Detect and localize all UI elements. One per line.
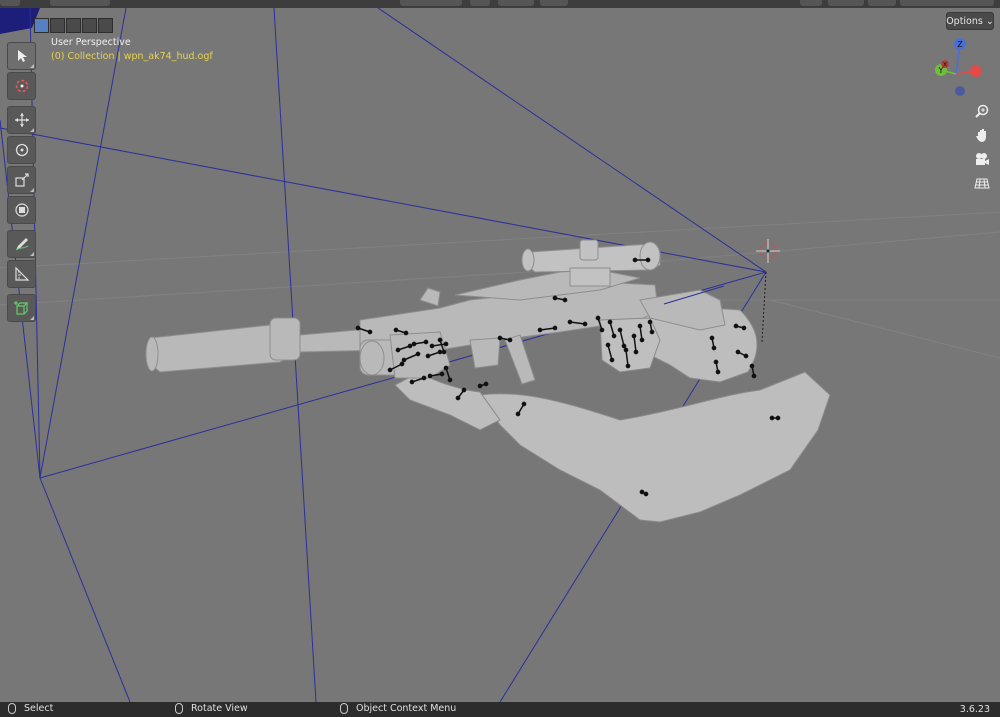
tool-shelf — [7, 42, 36, 324]
x-axis-ball — [970, 65, 982, 77]
orientation-dropdown[interactable] — [400, 0, 462, 6]
add-cube-tool[interactable] — [7, 294, 36, 322]
pencil-icon — [15, 238, 28, 251]
status-middle-action: Rotate View — [175, 703, 248, 714]
rotate-icon — [15, 143, 28, 157]
context-menu-hint: Object Context Menu — [356, 703, 457, 714]
navigation-gizmo[interactable]: Z Y X — [926, 38, 990, 104]
hand-pan-icon[interactable] — [972, 125, 992, 145]
chevron-down-icon: ⌄ — [985, 15, 994, 27]
select-extend-button[interactable] — [50, 18, 65, 33]
select-subtract-button[interactable] — [66, 18, 81, 33]
mouse-right-icon — [340, 703, 348, 714]
ruler-icon — [14, 266, 29, 281]
status-bar: Select Rotate View Object Context Menu 3… — [0, 702, 1000, 717]
header-bar — [0, 0, 1000, 8]
select-hint: Select — [24, 703, 54, 714]
mouse-middle-icon — [175, 703, 183, 714]
perspective-label: User Perspective — [51, 37, 131, 48]
add-cube-icon — [13, 301, 28, 315]
neg-z-axis-ball — [955, 86, 965, 96]
version-label: 3.6.23 — [959, 704, 990, 715]
scale-icon — [14, 173, 29, 187]
scene-canvas — [0, 8, 1000, 702]
editor-type-button[interactable] — [0, 0, 20, 6]
zoom-icon[interactable] — [972, 101, 992, 121]
light-origin-marker — [756, 239, 780, 263]
transform-icon — [14, 203, 29, 217]
mouse-left-icon — [8, 703, 16, 714]
cursor-arrow-icon — [17, 50, 27, 62]
annotate-tool[interactable] — [7, 230, 36, 258]
3d-cursor-icon — [15, 79, 28, 93]
proportional-button[interactable] — [540, 0, 568, 6]
options-dropdown[interactable]: Options ⌄ — [946, 12, 994, 30]
gizmo-button[interactable] — [828, 0, 864, 6]
visibility-button[interactable] — [800, 0, 822, 6]
camera-icon[interactable] — [972, 149, 992, 169]
rotate-tool[interactable] — [7, 136, 36, 164]
status-left-action: Select — [8, 703, 53, 714]
options-label: Options — [946, 15, 983, 27]
select-box-tool[interactable] — [7, 42, 36, 70]
transform-tool[interactable] — [7, 196, 36, 224]
z-axis-label: Z — [957, 40, 963, 49]
select-mode-buttons — [34, 18, 113, 33]
select-intersect-button[interactable] — [98, 18, 113, 33]
mode-dropdown[interactable] — [50, 0, 110, 6]
measure-tool[interactable] — [7, 260, 36, 288]
3d-viewport[interactable]: User Perspective (0) Collection | wpn_ak… — [0, 8, 1000, 702]
move-arrows-icon — [14, 113, 29, 127]
select-invert-button[interactable] — [82, 18, 97, 33]
navigation-icons — [972, 101, 992, 197]
cursor-tool[interactable] — [7, 72, 36, 100]
viewport-info: User Perspective (0) Collection | wpn_ak… — [51, 36, 213, 64]
collection-label: (0) Collection | wpn_ak74_hud.ogf — [51, 51, 213, 62]
camera-target-line — [761, 271, 767, 343]
pivot-button[interactable] — [470, 0, 490, 6]
shading-buttons[interactable] — [900, 0, 994, 6]
rotate-view-hint: Rotate View — [191, 703, 248, 714]
status-right-action: Object Context Menu — [340, 703, 456, 714]
scale-tool[interactable] — [7, 166, 36, 194]
x-axis-label: X — [943, 62, 947, 69]
snap-button[interactable] — [498, 0, 534, 6]
select-new-button[interactable] — [34, 18, 49, 33]
grid-ortho-icon[interactable] — [972, 173, 992, 193]
overlay-button[interactable] — [868, 0, 896, 6]
move-tool[interactable] — [7, 106, 36, 134]
